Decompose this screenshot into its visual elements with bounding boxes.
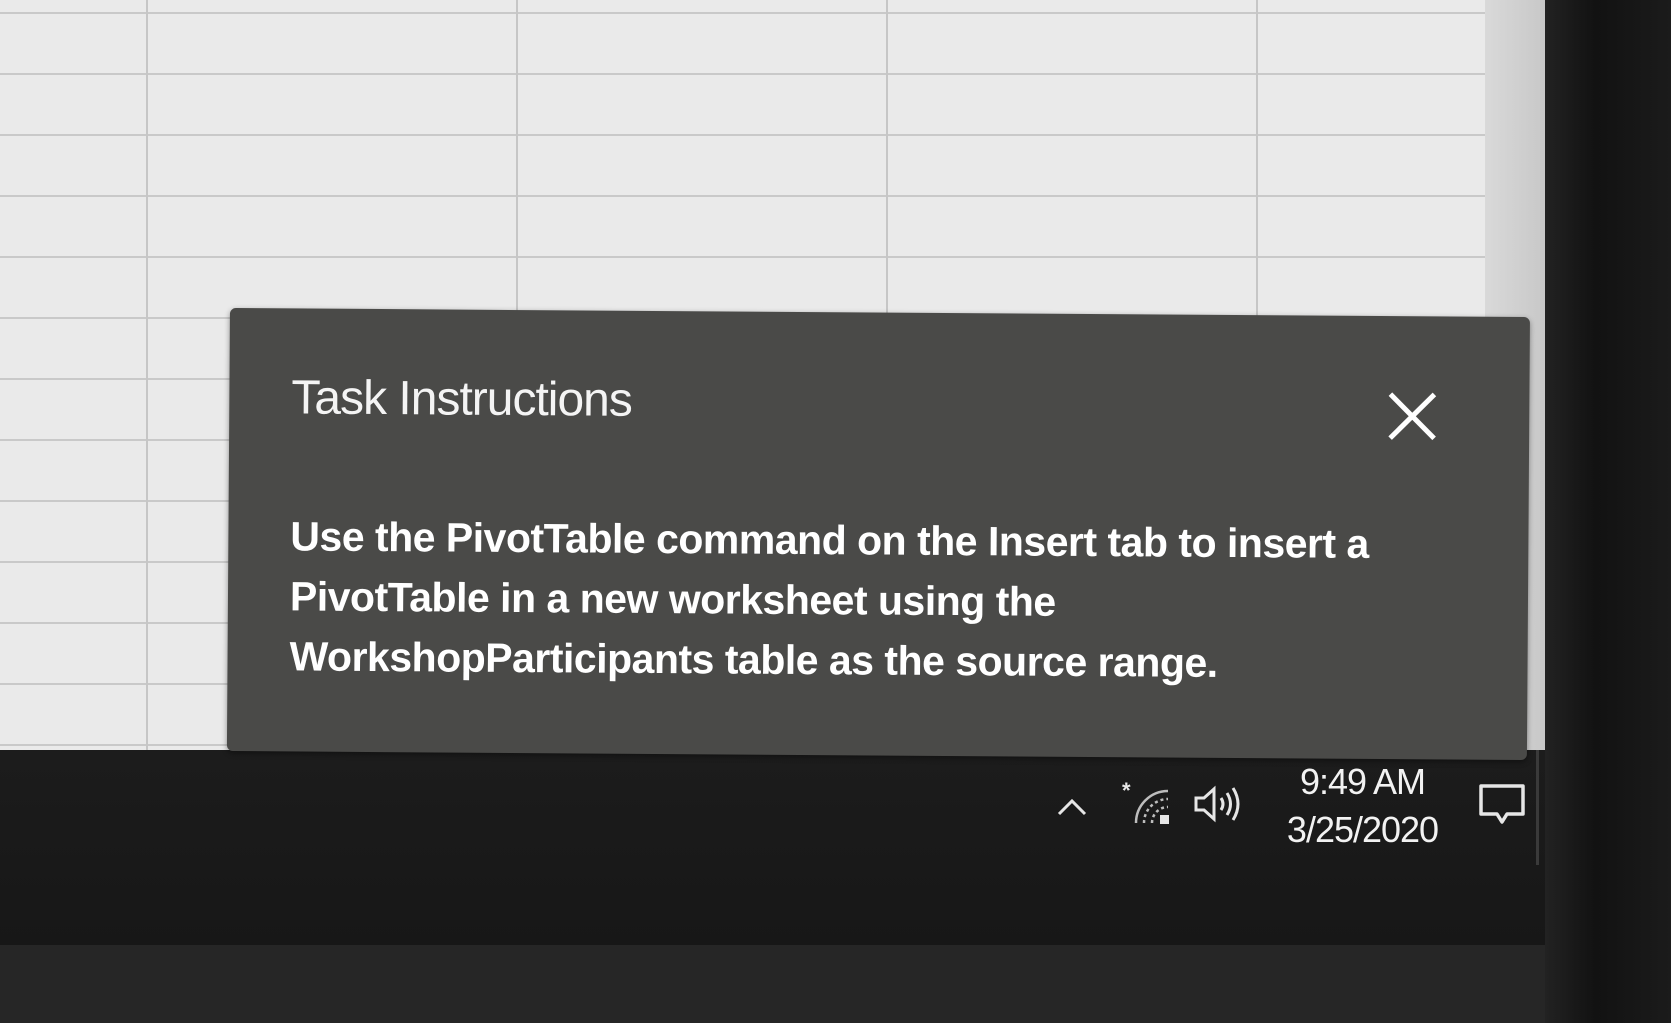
dialog-title: Task Instructions: [291, 371, 633, 427]
clock-date: 3/25/2020: [1286, 809, 1439, 850]
instruction-line: WorkshopParticipants table as the source…: [289, 633, 1218, 686]
clock-time: 9:49 AM: [1299, 761, 1426, 802]
taskbar-clock[interactable]: 9:49 AM 3/25/2020: [1270, 758, 1455, 854]
instruction-text: Use the PivotTable command on the Insert…: [289, 506, 1470, 694]
instruction-line: Use the PivotTable command on the Insert…: [290, 513, 1369, 567]
volume-icon[interactable]: [1192, 784, 1246, 824]
close-icon[interactable]: [1384, 388, 1440, 444]
show-desktop-divider: [1536, 750, 1539, 865]
action-center-icon[interactable]: [1475, 778, 1529, 832]
instruction-line: PivotTable in a new worksheet using the: [289, 573, 1056, 625]
monitor-bezel-right: [1545, 0, 1671, 1023]
task-instructions-dialog: Task Instructions Use the PivotTable com…: [226, 308, 1530, 761]
wifi-icon[interactable]: [1130, 785, 1174, 829]
chevron-up-icon[interactable]: [1055, 790, 1089, 820]
monitor-bezel-bottom: [0, 945, 1545, 1023]
